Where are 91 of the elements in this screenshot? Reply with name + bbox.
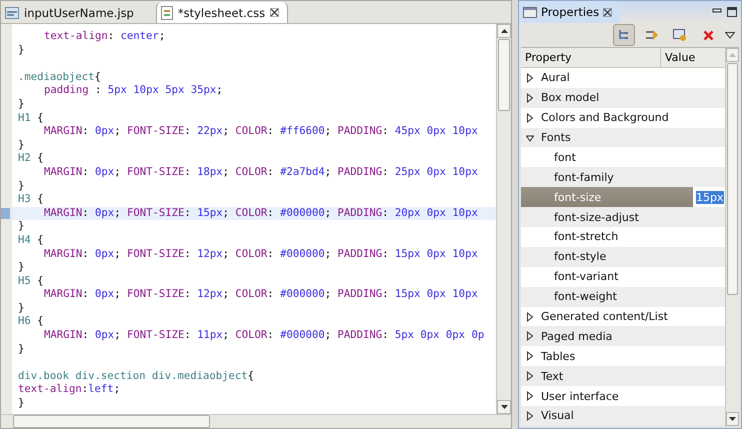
category-label: Visual (541, 409, 574, 422)
property-label: font-weight (554, 290, 617, 304)
window-icon (673, 29, 687, 41)
category-label: Text (541, 370, 564, 383)
code-line: } (17, 397, 26, 411)
category-label: Generated content/List (541, 310, 668, 324)
code-line: } (17, 342, 26, 356)
property-label: font-size-adjust (554, 210, 639, 224)
property-row[interactable]: Box model (521, 88, 725, 108)
code-line: H3 { (17, 193, 45, 207)
code-line: .mediaobject{ (17, 70, 102, 84)
column-header[interactable]: Value (661, 48, 725, 67)
menu-icon[interactable] (725, 32, 735, 38)
categories-button[interactable] (613, 24, 635, 46)
code-line: } (17, 302, 26, 316)
minimize-icon[interactable] (712, 7, 722, 15)
expand-arrow-icon[interactable] (526, 312, 534, 322)
expand-arrow-icon[interactable] (526, 410, 534, 421)
code-line: text-align: center; (43, 30, 166, 44)
stylesheet-file-icon (160, 6, 173, 20)
expand-arrow-icon[interactable] (526, 92, 534, 103)
horizontal-scrollbar[interactable] (1, 414, 511, 428)
expand-arrow-icon[interactable] (526, 351, 534, 362)
code-line: } (17, 44, 26, 58)
scroll-down-icon[interactable] (500, 405, 508, 409)
property-row[interactable]: Text (521, 366, 725, 386)
collapse-arrow-icon[interactable] (526, 132, 534, 143)
property-label: font (554, 150, 576, 164)
code-line: H2 { (17, 152, 45, 166)
delete-icon (702, 30, 714, 40)
property-row[interactable]: font-style (521, 246, 725, 267)
expand-arrow-icon[interactable] (526, 72, 534, 83)
code-line: text-align:left; (17, 383, 122, 398)
web-file-icon (5, 6, 19, 18)
property-row[interactable]: Fonts (521, 128, 725, 148)
category-label: Colors and Background (541, 111, 669, 124)
category-label: Paged media (541, 330, 612, 343)
property-row[interactable]: font-weight (521, 286, 725, 307)
panel-icon (523, 6, 537, 18)
expand-arrow-icon[interactable] (526, 371, 534, 382)
code-line: MARGIN: 0px; FONT-SIZE: 22px; COLOR: #ff6600; PADDING: 45px 0px 10px (43, 125, 479, 139)
maximize-icon[interactable] (727, 7, 737, 17)
vertical-scrollbar[interactable] (725, 48, 739, 426)
code-line: } (17, 220, 26, 234)
code-line: } (17, 138, 26, 152)
properties-tab[interactable]: Properties (519, 1, 620, 23)
code-line: MARGIN: 0px; FONT-SIZE: 11px; COLOR: #000000; PADDING: 5px 0px 0px 0p (43, 329, 486, 343)
code-line: H4 { (17, 234, 45, 248)
category-label: Aural (541, 71, 570, 84)
property-row[interactable]: Paged media (521, 326, 725, 346)
scrollbar-thumb[interactable] (727, 63, 738, 295)
property-row[interactable]: font-size-adjust (521, 207, 725, 228)
column-header[interactable]: Property (521, 48, 661, 67)
scroll-down-icon[interactable] (729, 417, 736, 421)
code-line: H6 { (17, 315, 45, 330)
code-line: div.book div.section div.mediaobject{ (17, 370, 255, 384)
property-row[interactable]: Generated content/List (521, 306, 725, 326)
code-line: } (17, 261, 26, 275)
editor-tab[interactable]: *stylesheet.css (156, 2, 288, 23)
category-label: User interface (541, 390, 619, 403)
code-line: } (17, 180, 26, 194)
property-row[interactable]: font-family (521, 167, 725, 188)
property-label: font-variant (554, 270, 618, 284)
value-input-field[interactable]: 15px (695, 189, 725, 206)
code-line: } (17, 98, 26, 112)
close-icon[interactable] (603, 8, 612, 16)
scrollbar-thumb[interactable] (13, 415, 210, 428)
property-label: font-family (554, 170, 614, 184)
expand-arrow-icon[interactable] (526, 112, 534, 123)
scrollbar-thumb[interactable] (498, 39, 510, 111)
code-line: H1 { (17, 112, 45, 126)
code-line: H5 { (17, 274, 45, 288)
category-label: Box model (541, 91, 600, 104)
code-line: MARGIN: 0px; FONT-SIZE: 12px; COLOR: #000000; PADDING: 15px 0px 10px (43, 288, 479, 302)
category-label: Fonts (541, 131, 571, 144)
code-line: padding : 5px 10px 5px 35px; (43, 84, 224, 98)
property-row[interactable]: Visual (521, 406, 725, 426)
property-label: font-style (554, 250, 606, 264)
expand-arrow-icon[interactable] (526, 391, 534, 402)
property-label: font-stretch (554, 230, 618, 244)
property-row[interactable]: font-size 15px (521, 187, 725, 208)
code-line: MARGIN: 0px; FONT-SIZE: 12px; COLOR: #000000; PADDING: 15px 0px 10px (43, 248, 479, 262)
expand-arrow-icon[interactable] (526, 331, 534, 342)
code-line: MARGIN: 0px; FONT-SIZE: 18px; COLOR: #2a7bd4; PADDING: 25px 0px 10px (43, 166, 479, 180)
tree-icon (618, 29, 630, 41)
property-label: font-size (554, 190, 602, 204)
vertical-scrollbar[interactable] (496, 24, 511, 414)
arrows-icon (645, 29, 659, 41)
close-icon[interactable] (270, 8, 280, 17)
category-label: Tables (541, 350, 576, 363)
scroll-up-icon[interactable] (500, 29, 508, 33)
